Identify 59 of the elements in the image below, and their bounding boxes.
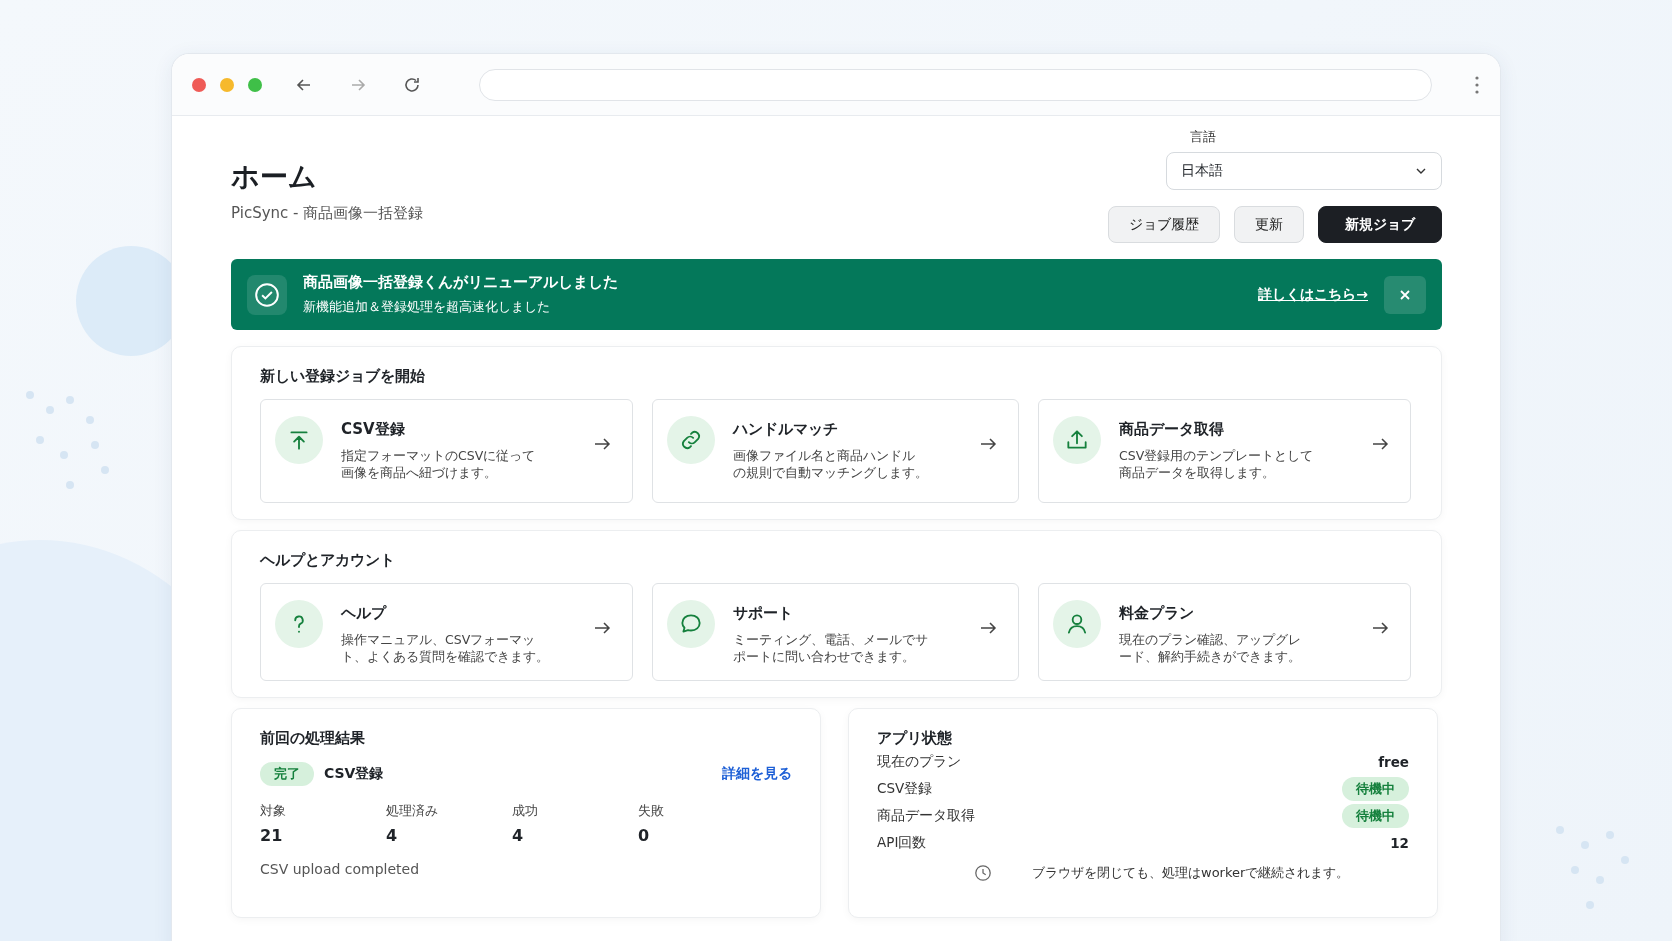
tile-title: ヘルプ <box>341 604 388 623</box>
job-name: CSV登録 <box>324 765 385 783</box>
page-subtitle: PicSync - 商品画像一括登録 <box>231 204 424 223</box>
language-label: 言語 <box>1190 128 1216 146</box>
note-text: ブラウザを閉じても、処理はworkerで継続されます。 <box>1032 864 1350 882</box>
stat-value: 4 <box>386 826 399 845</box>
tile-description-line: 指定フォーマットのCSVに従って <box>341 448 536 465</box>
tile-description-line: 操作マニュアル、CSVフォーマッ <box>341 632 536 649</box>
tile-description-line: 現在のプラン確認、アップグレ <box>1119 632 1301 649</box>
tile-description-line: ポートに問い合わせできます。 <box>733 648 915 666</box>
tile-title: CSV登録 <box>341 420 406 439</box>
action-tile[interactable]: サポート ミーティング、電話、メールでサ ポートに問い合わせできます。 <box>652 583 1019 681</box>
status-badge: 待機中 <box>1342 776 1409 801</box>
header-button[interactable]: 更新 <box>1234 206 1304 243</box>
page-title: ホーム <box>231 159 318 195</box>
details-link[interactable]: 詳しくはこちら→ <box>1258 285 1368 304</box>
tile-description-line: 画像を商品へ紐づけます。 <box>341 464 497 482</box>
action-tile[interactable]: 料金プラン 現在のプラン確認、アップグレ ード、解約手続きができます。 <box>1038 583 1411 681</box>
banner-message: 新機能追加＆登録処理を超高速化しました <box>303 298 551 316</box>
stat-label: 処理済み <box>386 802 439 820</box>
tile-description-line: の規則で自動マッチングします。 <box>733 464 928 482</box>
tile-title: 料金プラン <box>1119 604 1195 623</box>
status-badge: 完了 <box>260 762 314 786</box>
card-title: アプリ状態 <box>877 729 953 748</box>
tile-title: 商品データ取得 <box>1119 420 1225 439</box>
section-title: ヘルプとアカウント <box>260 551 396 570</box>
stat-value: 0 <box>638 826 651 845</box>
details-link[interactable]: 詳細を見る <box>722 765 792 783</box>
status-value: 12 <box>1390 834 1409 851</box>
action-tile[interactable]: ヘルプ 操作マニュアル、CSVフォーマッ ト、よくある質問を確認できます。 <box>260 583 633 681</box>
stat-value: 4 <box>512 826 525 845</box>
result-message: CSV upload completed <box>260 861 421 877</box>
action-tile[interactable]: CSV登録 指定フォーマットのCSVに従って 画像を商品へ紐づけます。 <box>260 399 633 503</box>
tile-title: サポート <box>733 604 794 623</box>
action-tile[interactable]: ハンドルマッチ 画像ファイル名と商品ハンドル の規則で自動マッチングします。 <box>652 399 1019 503</box>
new-job-button[interactable]: 新規ジョブ <box>1318 206 1442 243</box>
tile-title: ハンドルマッチ <box>733 420 839 439</box>
tile-description-line: ト、よくある質問を確認できます。 <box>341 648 549 666</box>
stat-value: 21 <box>260 826 284 845</box>
tile-description-line: CSV登録用のテンプレートとして <box>1119 448 1314 465</box>
banner-title: 商品画像一括登録くんがリニューアルしました <box>303 273 619 292</box>
tile-description-line: 画像ファイル名と商品ハンドル <box>733 448 915 465</box>
tile-description-line: ミーティング、電話、メールでサ <box>733 632 928 649</box>
language-select[interactable]: 日本語 <box>1166 152 1442 190</box>
status-label: 商品データ取得 <box>877 806 975 825</box>
stat-label: 対象 <box>260 802 287 820</box>
action-tile[interactable]: 商品データ取得 CSV登録用のテンプレートとして 商品データを取得します。 <box>1038 399 1411 503</box>
card-title: 前回の処理結果 <box>260 729 366 748</box>
status-label: 現在のプラン <box>877 752 961 771</box>
header-button[interactable]: ジョブ履歴 <box>1108 206 1220 243</box>
tile-description-line: 商品データを取得します。 <box>1119 464 1275 482</box>
stat-label: 成功 <box>512 802 539 820</box>
tile-description-line: ード、解約手続きができます。 <box>1119 648 1301 666</box>
section-title: 新しい登録ジョブを開始 <box>260 367 426 386</box>
status-value: free <box>1378 753 1409 770</box>
stat-label: 失敗 <box>638 802 665 820</box>
status-label: CSV登録 <box>877 779 933 798</box>
status-label: API回数 <box>877 833 927 852</box>
status-badge: 待機中 <box>1342 803 1409 828</box>
